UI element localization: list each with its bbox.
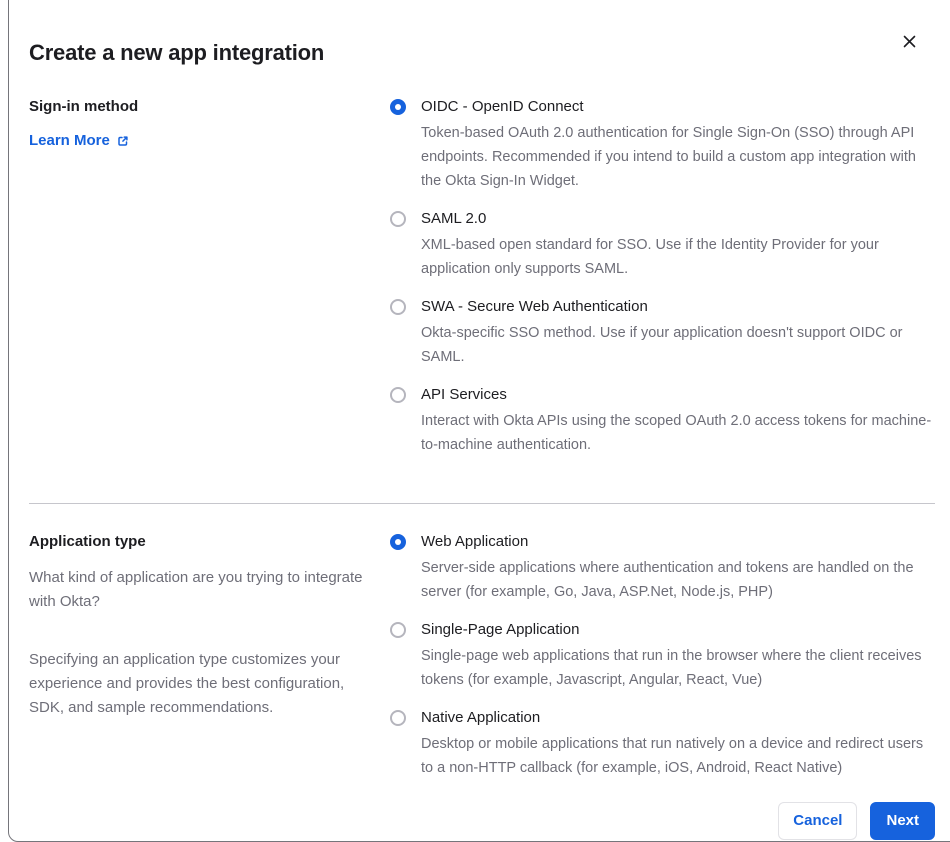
signin-method-section: Sign-in method Learn More OIDC - OpenID … [29,97,935,457]
radio-option-web-application[interactable]: Web Application Server-side applications… [390,532,935,604]
radio-option-swa[interactable]: SWA - Secure Web Authentication Okta-spe… [390,297,935,369]
option-label-saml: SAML 2.0 [421,210,487,227]
radio-option-native-application[interactable]: Native Application Desktop or mobile app… [390,708,935,780]
option-desc-web-application: Server-side applications where authentic… [421,560,914,600]
learn-more-link[interactable]: Learn More [29,131,130,151]
radio-option-saml[interactable]: SAML 2.0 XML-based open standard for SSO… [390,209,935,281]
option-label-oidc: OIDC - OpenID Connect [421,98,584,115]
option-desc-single-page-application: Single-page web applications that run in… [421,648,922,688]
radio-swa[interactable] [390,299,406,315]
radio-native-application[interactable] [390,710,406,726]
option-desc-saml: XML-based open standard for SSO. Use if … [421,237,879,277]
radio-option-single-page-application[interactable]: Single-Page Application Single-page web … [390,620,935,692]
radio-api-services[interactable] [390,387,406,403]
option-desc-api-services: Interact with Okta APIs using the scoped… [421,413,932,453]
learn-more-label: Learn More [29,132,110,149]
close-icon [902,34,917,49]
option-label-single-page-application: Single-Page Application [421,621,580,638]
application-type-section: Application type What kind of applicatio… [29,532,935,780]
signin-method-options: OIDC - OpenID Connect Token-based OAuth … [390,97,935,457]
application-type-options: Web Application Server-side applications… [390,532,935,780]
radio-option-oidc[interactable]: OIDC - OpenID Connect Token-based OAuth … [390,97,935,193]
application-type-left-column: Application type What kind of applicatio… [29,532,390,720]
option-desc-oidc: Token-based OAuth 2.0 authentication for… [421,125,916,189]
page-title: Create a new app integration [29,40,325,65]
application-type-heading: Application type [29,533,146,550]
signin-method-left-column: Sign-in method Learn More [29,97,390,151]
radio-oidc[interactable] [390,99,406,115]
application-type-question: What kind of application are you trying … [29,569,363,610]
section-divider [29,503,935,504]
radio-single-page-application[interactable] [390,622,406,638]
radio-web-application[interactable] [390,534,406,550]
close-button[interactable] [900,32,918,50]
create-app-integration-modal: Create a new app integration Sign-in met… [8,0,950,842]
option-label-api-services: API Services [421,386,507,403]
radio-option-api-services[interactable]: API Services Interact with Okta APIs usi… [390,385,935,457]
next-button[interactable]: Next [870,802,935,840]
cancel-button[interactable]: Cancel [778,802,858,840]
application-type-explanation: Specifying an application type customize… [29,651,345,716]
radio-saml[interactable] [390,211,406,227]
option-label-native-application: Native Application [421,709,541,726]
signin-method-heading: Sign-in method [29,98,139,115]
external-link-icon [116,134,130,148]
modal-footer: Cancel Next [29,802,935,840]
option-desc-swa: Okta-specific SSO method. Use if your ap… [421,325,903,365]
option-desc-native-application: Desktop or mobile applications that run … [421,736,924,776]
option-label-swa: SWA - Secure Web Authentication [421,298,648,315]
option-label-web-application: Web Application [421,533,529,550]
